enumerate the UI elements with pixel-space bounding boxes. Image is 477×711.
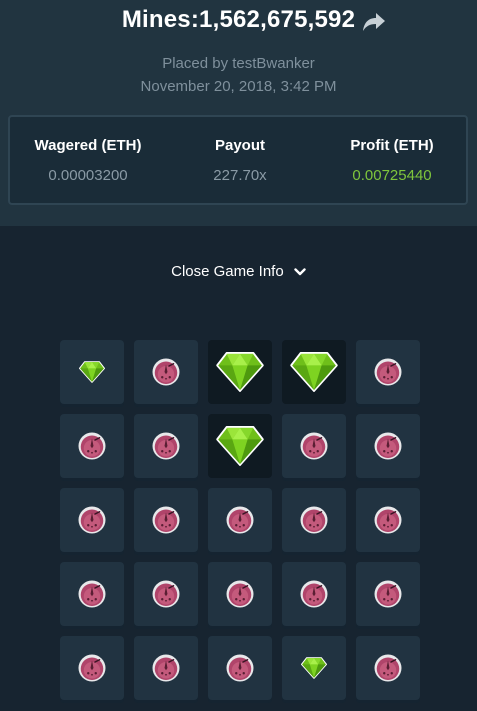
tile-1-0[interactable] [60,414,124,478]
wagered-stat: Wagered (ETH) 0.00003200 [13,137,163,184]
mine-icon [151,579,181,609]
mine-icon [77,505,107,535]
payout-label: Payout [214,137,265,154]
payout-value: 227.70x [213,167,267,184]
tile-4-2[interactable] [208,636,272,700]
mine-icon [373,357,403,387]
mine-icon [225,505,255,535]
mine-icon [151,357,181,387]
game-title-text: Mines:1,562,675,592 [121,6,356,33]
tile-0-2[interactable] [208,340,272,404]
profit-label: Profit (ETH) [350,137,434,154]
game-info-header: Mines:1,562,675,592 Placed by testBwanke… [0,0,477,226]
tile-2-3[interactable] [282,488,346,552]
tile-3-2[interactable] [208,562,272,626]
mine-icon [299,579,329,609]
wagered-value: 0.00003200 [48,167,128,184]
tile-4-3[interactable] [282,636,346,700]
tile-4-4[interactable] [356,636,420,700]
tile-3-3[interactable] [282,562,346,626]
mine-icon [299,505,329,535]
tile-1-2[interactable] [208,414,272,478]
tile-2-4[interactable] [356,488,420,552]
tile-2-0[interactable] [60,488,124,552]
share-icon[interactable] [361,10,387,34]
tile-0-0[interactable] [60,340,124,404]
profit-value: 0.00725440 [352,167,432,184]
mine-icon [373,653,403,683]
mine-icon [151,505,181,535]
tile-0-3[interactable] [282,340,346,404]
gem-icon [216,352,264,392]
payout-stat: Payout 227.70x [165,137,315,184]
profit-stat: Profit (ETH) 0.00725440 [317,137,467,184]
gem-icon [290,352,338,392]
mine-icon [373,579,403,609]
tile-1-4[interactable] [356,414,420,478]
game-title: Mines:1,562,675,592 [0,6,477,34]
gem-icon [216,426,264,466]
mine-icon [373,431,403,461]
gem-icon [301,657,327,679]
placed-by: Placed by testBwanker [162,55,315,72]
tile-2-2[interactable] [208,488,272,552]
tile-1-1[interactable] [134,414,198,478]
mine-icon [151,653,181,683]
mine-icon [373,505,403,535]
chevron-down-icon [294,268,306,276]
close-game-info-label: Close Game Info [171,263,284,280]
tile-1-3[interactable] [282,414,346,478]
mine-icon [225,653,255,683]
mine-icon [151,431,181,461]
gem-icon [79,361,105,383]
mine-icon [77,653,107,683]
bet-datetime: November 20, 2018, 3:42 PM [140,78,337,95]
tile-0-1[interactable] [134,340,198,404]
tile-3-4[interactable] [356,562,420,626]
mine-icon [299,431,329,461]
tile-0-4[interactable] [356,340,420,404]
tile-2-1[interactable] [134,488,198,552]
mine-icon [77,579,107,609]
bet-stats-panel: Wagered (ETH) 0.00003200 Payout 227.70x … [8,115,468,205]
close-game-info-toggle[interactable]: Close Game Info [0,263,477,280]
mine-icon [77,431,107,461]
tile-3-1[interactable] [134,562,198,626]
tile-3-0[interactable] [60,562,124,626]
wagered-label: Wagered (ETH) [34,137,142,154]
tile-4-0[interactable] [60,636,124,700]
tile-4-1[interactable] [134,636,198,700]
mine-icon [225,579,255,609]
